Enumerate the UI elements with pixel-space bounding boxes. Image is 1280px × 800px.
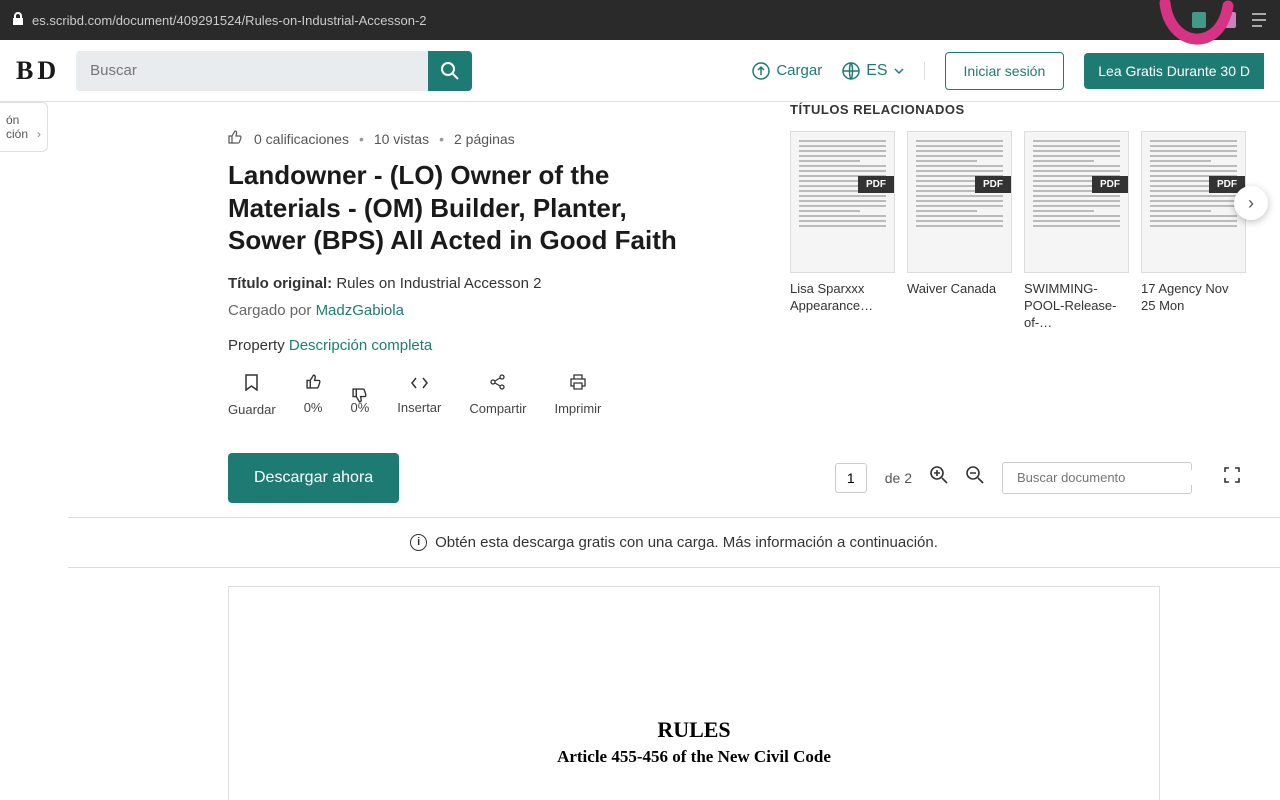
ratings-count: 0 calificaciones: [254, 131, 349, 147]
document-page: RULES Article 455-456 of the New Civil C…: [228, 586, 1160, 800]
bookmark-icon: [244, 374, 259, 396]
related-title: SWIMMING-POOL-Release-of-…: [1024, 281, 1129, 332]
info-banner: i Obtén esta descarga gratis con una car…: [68, 517, 1280, 568]
save-action[interactable]: Guardar: [228, 374, 276, 417]
related-title: 17 Agency Nov 25 Mon: [1141, 281, 1246, 315]
embed-action[interactable]: Insertar: [397, 374, 441, 417]
browser-extensions: [1190, 11, 1268, 29]
page-subheading: Article 455-456 of the New Civil Code: [329, 747, 1059, 767]
related-card[interactable]: PDF SWIMMING-POOL-Release-of-…: [1024, 131, 1129, 332]
pdf-badge: PDF: [975, 176, 1011, 193]
carousel-next-button[interactable]: ›: [1234, 186, 1268, 220]
related-card[interactable]: PDF17 Agency Nov 25 Mon: [1141, 131, 1246, 332]
chevron-down-icon: [894, 68, 904, 74]
page-number-input[interactable]: [835, 463, 867, 493]
share-action[interactable]: Compartir: [469, 374, 526, 417]
document-search-input[interactable]: [1017, 470, 1193, 485]
search-button[interactable]: [428, 51, 472, 91]
search-input[interactable]: [76, 51, 428, 91]
page-heading: RULES: [329, 717, 1059, 743]
upvote-action[interactable]: 0%: [304, 374, 323, 417]
related-title: Waiver Canada: [907, 281, 1012, 298]
related-title: Lisa Sparxxx Appearance…: [790, 281, 895, 315]
lock-icon: [12, 12, 24, 29]
extension-icon[interactable]: [1250, 11, 1268, 29]
orig-title-value: Rules on Industrial Accesson 2: [336, 275, 541, 292]
print-icon: [570, 374, 586, 395]
language-selector[interactable]: ES: [842, 62, 924, 80]
downvote-action[interactable]: 0%: [351, 374, 370, 417]
total-pages: de 2: [885, 470, 912, 486]
share-icon: [490, 374, 505, 395]
pdf-badge: PDF: [858, 176, 894, 193]
info-text: Obtén esta descarga gratis con una carga…: [435, 534, 938, 551]
thumb-down-icon: [352, 374, 367, 394]
site-logo[interactable]: BD: [16, 56, 60, 86]
uploaded-by-label: Cargado por: [228, 302, 311, 319]
extension-icon[interactable]: [1220, 11, 1238, 29]
print-action[interactable]: Imprimir: [554, 374, 601, 417]
related-heading: TÍTULOS RELACIONADOS: [790, 102, 1260, 117]
related-card[interactable]: PDF Lisa Sparxxx Appearance…: [790, 131, 895, 332]
viewer-toolbar: Descargar ahora de 2: [68, 439, 1280, 517]
info-icon: i: [410, 534, 427, 551]
pdf-badge: PDF: [1092, 176, 1128, 193]
browser-address-bar: es.scribd.com/document/409291524/Rules-o…: [0, 0, 1280, 40]
zoom-out-button[interactable]: [966, 466, 984, 490]
chevron-right-icon: ›: [37, 127, 41, 141]
upload-icon: [752, 62, 770, 80]
related-titles: TÍTULOS RELACIONADOS PDF Lisa Sparxxx App…: [790, 102, 1260, 332]
code-icon: [411, 374, 428, 394]
upload-link[interactable]: Cargar: [752, 62, 822, 80]
thumb-up-icon: [228, 130, 242, 147]
search-icon: [440, 61, 460, 81]
orig-title-label: Título original:: [228, 275, 332, 292]
url-text: es.scribd.com/document/409291524/Rules-o…: [32, 13, 427, 28]
login-button[interactable]: Iniciar sesión: [945, 52, 1065, 90]
full-description-link[interactable]: Descripción completa: [289, 337, 432, 354]
short-description: Property: [228, 337, 285, 354]
trial-button[interactable]: Lea Gratis Durante 30 D: [1084, 53, 1264, 89]
views-count: 10 vistas: [374, 131, 429, 147]
site-search: [76, 51, 472, 91]
document-title: Landowner - (LO) Owner of the Materials …: [228, 159, 708, 257]
upload-label: Cargar: [776, 62, 822, 79]
top-nav: BD Cargar ES Iniciar sesión Lea Gratis D…: [0, 40, 1280, 102]
page-count: 2 páginas: [454, 131, 515, 147]
thumb-up-icon: [306, 374, 321, 394]
zoom-in-button[interactable]: [930, 466, 948, 490]
download-button[interactable]: Descargar ahora: [228, 453, 399, 503]
sidebar-collapsed[interactable]: ón ción›: [0, 102, 48, 152]
extension-icon[interactable]: [1190, 11, 1208, 29]
lang-label: ES: [866, 62, 887, 80]
document-search[interactable]: [1002, 462, 1192, 494]
related-card[interactable]: PDF Waiver Canada: [907, 131, 1012, 332]
fullscreen-button[interactable]: [1224, 467, 1240, 488]
globe-icon: [842, 62, 860, 80]
uploader-link[interactable]: MadzGabiola: [316, 302, 404, 319]
